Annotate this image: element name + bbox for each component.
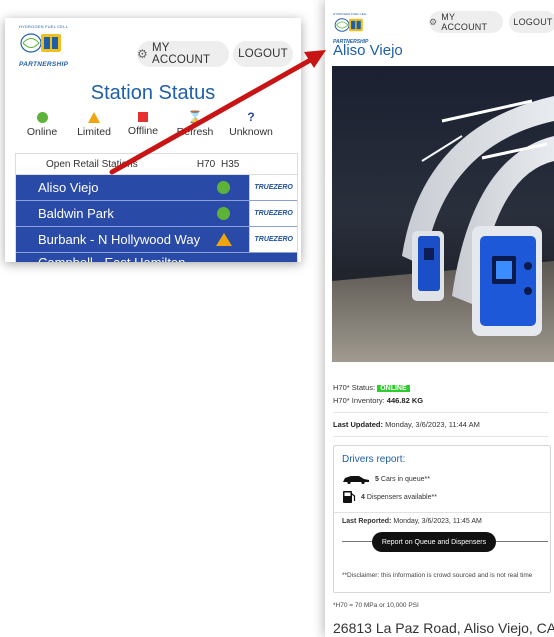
legend-label: Unknown	[229, 126, 273, 138]
legend-offline: Offline	[121, 112, 165, 137]
station-name: Baldwin Park	[38, 206, 114, 221]
last-reported-line: Last Reported: Monday, 3/6/2023, 11:45 A…	[342, 518, 482, 525]
divider	[333, 412, 548, 413]
inventory-label: H70* Inventory:	[333, 396, 385, 405]
divider	[334, 512, 550, 513]
cars-count: 5	[375, 475, 379, 483]
inventory-value: 446.82 KG	[386, 396, 424, 405]
dispensers-text: Dispensers available**	[366, 493, 437, 501]
hourglass-icon: ⌛	[187, 110, 203, 124]
limited-status-icon	[215, 233, 232, 246]
station-status-screenshot: HYDROGEN FUEL CELL PARTNERSHIP ⚙ MY ACCO…	[5, 18, 301, 262]
legend-label: Refresh	[176, 126, 214, 138]
report-queue-button[interactable]: Report on Queue and Dispensers	[372, 532, 496, 552]
dispensers-available: 4 Dispensers available**	[342, 490, 437, 504]
question-mark-icon: ?	[247, 110, 255, 124]
header-h35: H35	[221, 158, 240, 170]
status-legend: Online Limited Offline ⌛ Refresh ? Unkno…	[5, 110, 301, 144]
legend-label: Offline	[127, 125, 159, 137]
station-name: Campbell - East Hamilton	[16, 253, 198, 262]
orange-triangle-icon	[88, 112, 100, 123]
partnership-logo[interactable]: HYDROGEN FUEL CELL PARTNERSHIP	[19, 24, 91, 68]
station-photo	[332, 66, 554, 362]
status-badge: ONLINE	[377, 385, 410, 392]
divider	[342, 541, 372, 542]
fuel-pump-icon	[343, 491, 356, 503]
gear-icon: ⚙	[429, 16, 438, 27]
logout-label: LOGOUT	[238, 48, 288, 60]
last-updated-line: Last Updated: Monday, 3/6/2023, 11:44 AM	[333, 420, 480, 429]
h70-inventory-line: H70* Inventory: 446.82 KG	[333, 396, 423, 405]
stations-table: Open Retail Stations H70 H35 Aliso Viejo…	[15, 153, 298, 262]
truezero-logo: TRUEZERO	[249, 175, 297, 200]
h70-footnote: *H70 = 70 MPa or 10,000 PSI	[333, 602, 419, 609]
table-row[interactable]: Burbank - N Hollywood Way TRUEZERO	[16, 227, 297, 253]
logout-button[interactable]: LOGOUT	[233, 41, 293, 67]
h2-logo-icon	[20, 33, 61, 53]
page-title: Station Status	[90, 82, 216, 104]
table-header: Open Retail Stations H70 H35	[16, 154, 297, 175]
legend-online: Online	[19, 112, 65, 138]
my-account-label: MY ACCOUNT	[441, 12, 488, 32]
green-circle-icon	[36, 112, 48, 123]
truezero-logo: TRUEZERO	[249, 201, 297, 226]
my-account-label: MY ACCOUNT	[151, 42, 211, 66]
last-reported-label: Last Reported:	[342, 518, 392, 525]
drivers-report-card: Drivers report: 5 Cars in queue** 4 Disp…	[333, 445, 551, 593]
last-reported-value: Monday, 3/6/2023, 11:45 AM	[393, 518, 482, 525]
report-button-row: Report on Queue and Dispensers	[342, 532, 548, 552]
h2-logo-icon	[334, 18, 363, 32]
cars-in-queue: 5 Cars in queue**	[342, 474, 430, 484]
my-account-button[interactable]: ⚙ MY ACCOUNT	[429, 11, 503, 33]
station-name: Burbank - N Hollywood Way	[38, 232, 201, 247]
truezero-logo: TRUEZERO	[249, 227, 297, 252]
legend-unknown: ? Unknown	[225, 110, 277, 138]
legend-refresh[interactable]: ⌛ Refresh	[171, 110, 219, 138]
logo-top-text: HYDROGEN FUEL CELL	[19, 24, 69, 29]
header-h70: H70	[196, 158, 216, 170]
online-status-icon	[216, 207, 230, 220]
table-row[interactable]: Campbell - East Hamilton	[16, 253, 297, 262]
logout-button[interactable]: LOGOUT	[509, 11, 554, 33]
header-stations: Open Retail Stations	[46, 158, 138, 170]
last-updated-label: Last Updated:	[333, 420, 384, 429]
online-status-icon	[216, 181, 230, 194]
dispensers-count: 4	[361, 493, 365, 501]
legend-label: Online	[26, 126, 58, 138]
h70-status-line: H70* Status: ONLINE	[333, 383, 410, 392]
station-address: 26813 La Paz Road, Aliso Viejo, CA	[333, 620, 554, 636]
station-title: Aliso Viejo	[333, 42, 403, 59]
station-name: Aliso Viejo	[38, 180, 99, 195]
red-square-icon	[138, 112, 148, 122]
car-icon	[343, 476, 369, 484]
partnership-logo[interactable]: HYDROGEN FUEL CELL PARTNERSHIP	[333, 12, 373, 45]
logo-bottom-text: PARTNERSHIP	[19, 61, 69, 68]
divider	[496, 541, 548, 542]
divider	[333, 436, 548, 437]
logout-label: LOGOUT	[513, 17, 553, 27]
my-account-button[interactable]: ⚙ MY ACCOUNT	[137, 41, 229, 67]
gear-icon: ⚙	[137, 47, 148, 61]
status-label: H70* Status:	[333, 383, 376, 392]
station-detail-screenshot: HYDROGEN FUEL CELL PARTNERSHIP ⚙ MY ACCO…	[325, 0, 554, 637]
legend-label: Limited	[77, 126, 111, 138]
table-row[interactable]: Aliso Viejo TRUEZERO	[16, 175, 297, 201]
drivers-report-title: Drivers report:	[342, 454, 406, 465]
last-updated-value: Monday, 3/6/2023, 11:44 AM	[385, 420, 480, 429]
table-row[interactable]: Baldwin Park TRUEZERO	[16, 201, 297, 227]
legend-limited: Limited	[69, 112, 119, 138]
cars-text: Cars in queue**	[380, 475, 430, 483]
disclaimer-text: **Disclaimer: this information is crowd …	[342, 572, 533, 579]
